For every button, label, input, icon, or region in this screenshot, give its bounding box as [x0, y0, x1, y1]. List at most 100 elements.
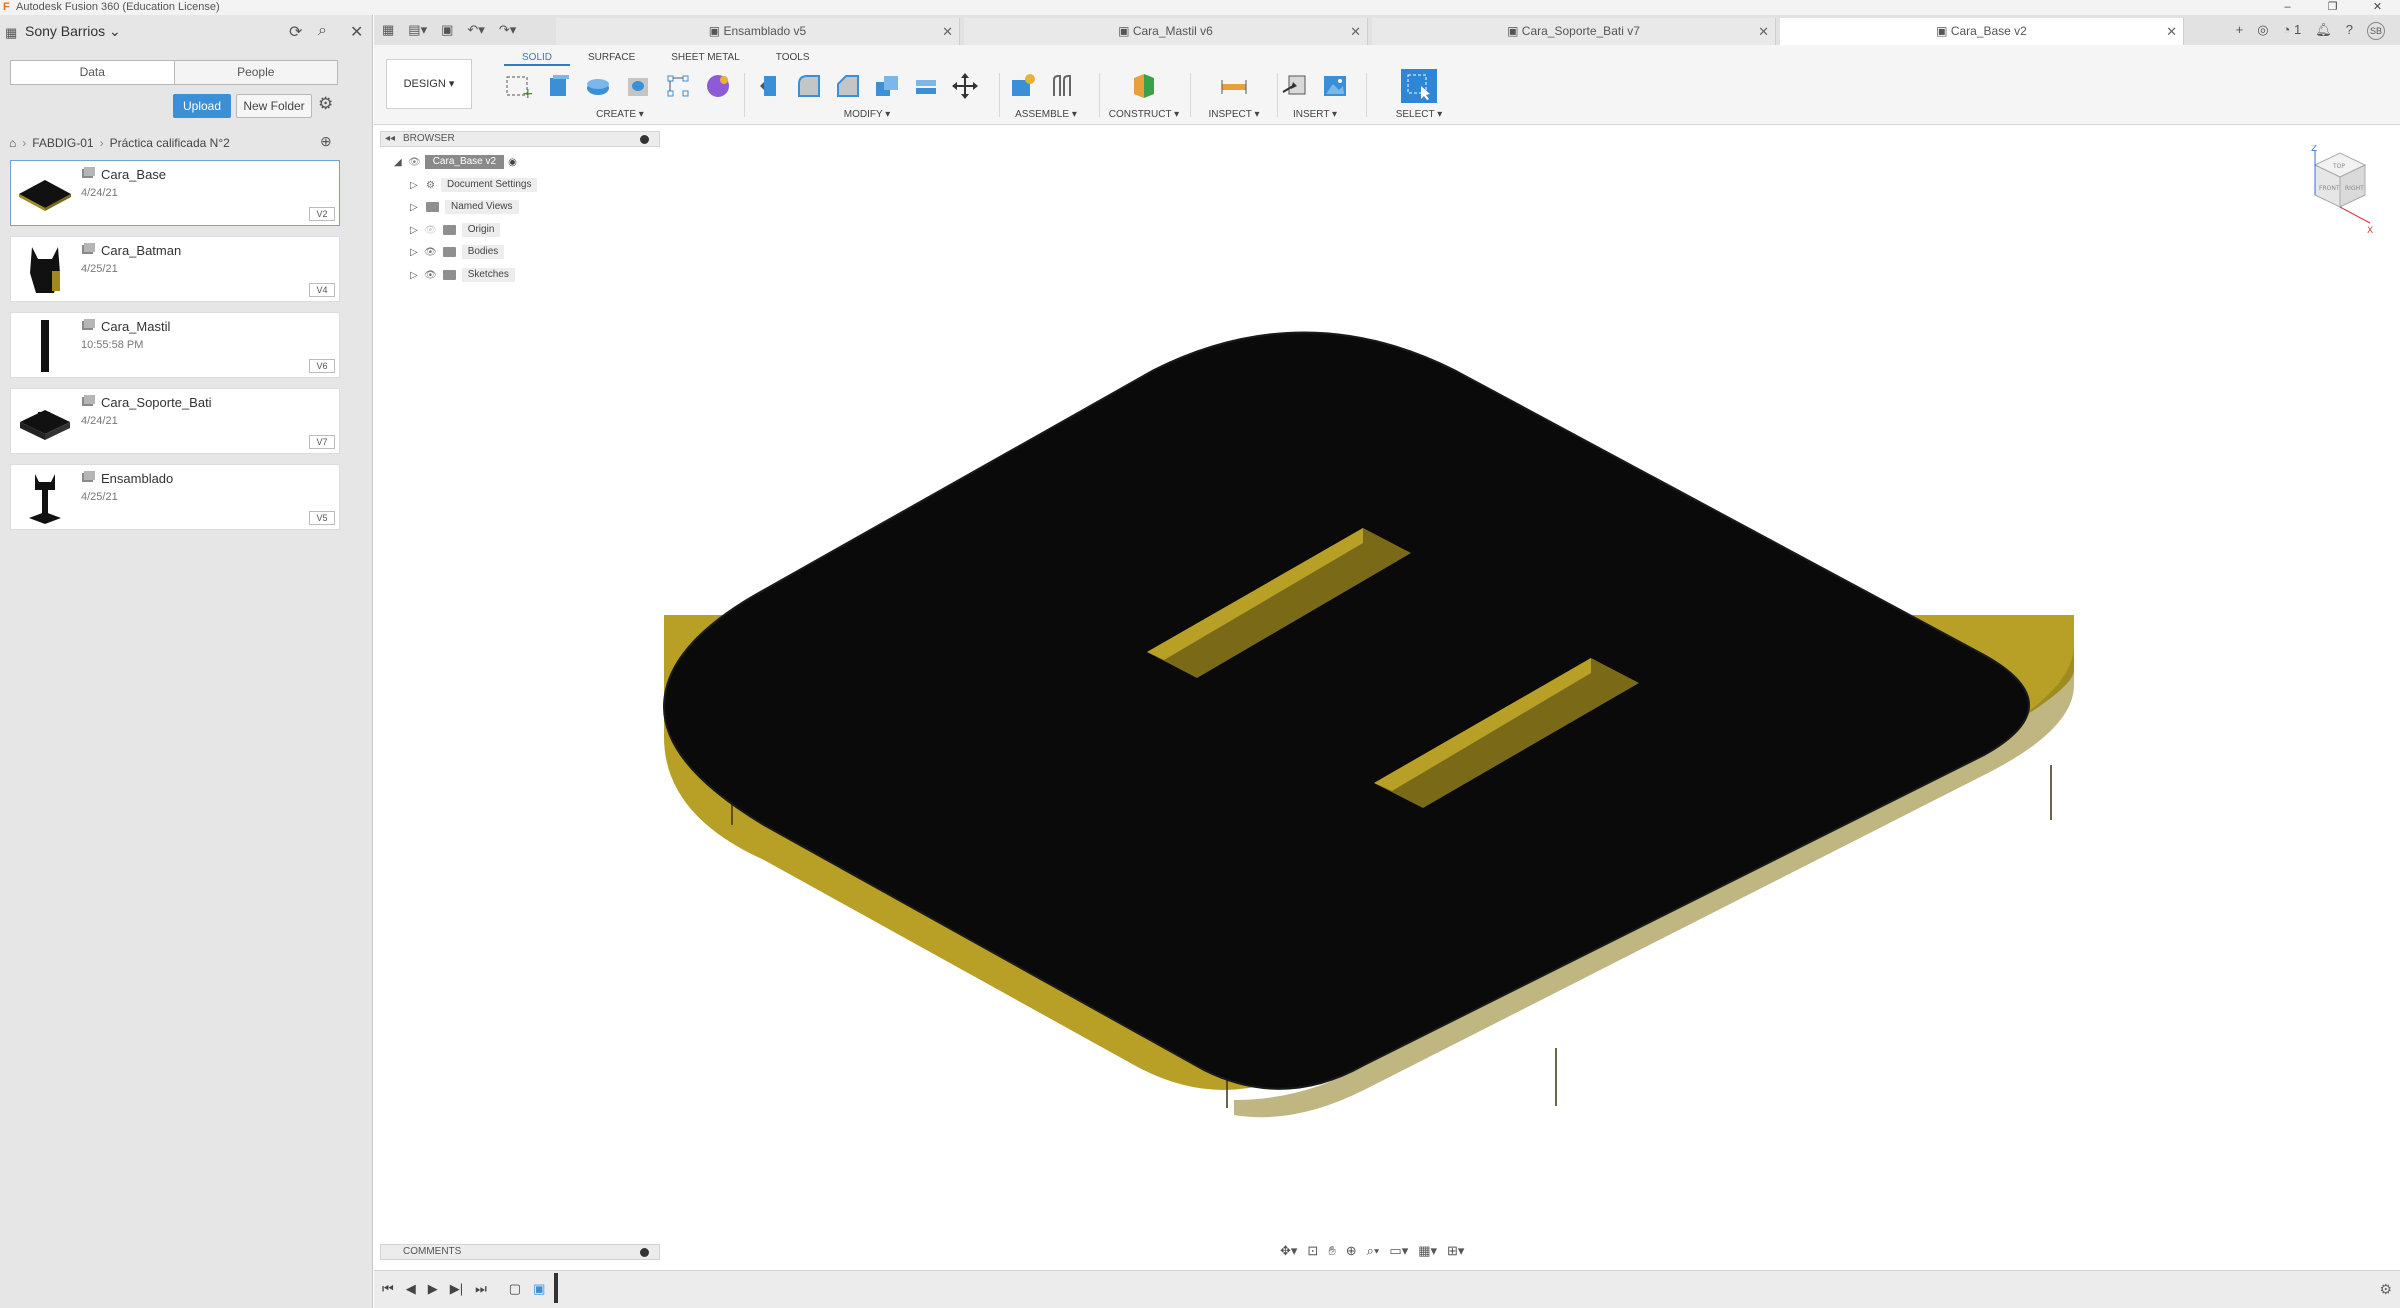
create-form-icon[interactable]	[702, 71, 734, 101]
pin-icon[interactable]	[640, 135, 649, 144]
zoom-icon[interactable]: ⊕	[1346, 1243, 1357, 1259]
file-card[interactable]: Cara_Mastil 10:55:58 PM V6	[10, 312, 340, 378]
breadcrumb-folder[interactable]: Práctica calificada N°2	[110, 136, 230, 150]
new-folder-button[interactable]: New Folder	[236, 94, 312, 118]
tab-people[interactable]: People	[175, 61, 338, 84]
modify-menu[interactable]: MODIFY ▾	[754, 109, 980, 120]
offset-face-icon[interactable]	[910, 71, 941, 101]
revolve-icon[interactable]	[582, 71, 614, 101]
close-icon[interactable]: ✕	[350, 22, 363, 42]
job-status-icon[interactable]: ◔ 1	[2283, 22, 2302, 40]
fillet-icon[interactable]	[793, 71, 824, 101]
refresh-icon[interactable]: ⟳	[289, 22, 302, 42]
home-icon[interactable]: ⌂	[9, 136, 16, 150]
version-dropdown[interactable]: V5	[309, 511, 335, 525]
activate-icon[interactable]: ◉	[508, 157, 517, 168]
tree-item-bodies[interactable]: ▷ 👁︎ Bodies	[410, 244, 505, 260]
doc-tab-active[interactable]: ▣ Cara_Base v2 ✕	[1780, 18, 2184, 45]
tab-tools[interactable]: TOOLS	[758, 50, 828, 66]
redo-icon[interactable]: ↷▾	[499, 22, 516, 38]
eye-hidden-icon[interactable]: 👁︎	[424, 225, 437, 236]
go-to-start-icon[interactable]: ⏮	[382, 1281, 394, 1297]
undo-icon[interactable]: ↶▾	[467, 22, 484, 38]
timeline-extrude-icon[interactable]: ▣	[533, 1281, 545, 1297]
step-back-icon[interactable]: ◀	[406, 1281, 416, 1297]
grid-settings-icon[interactable]: ▦▾	[1418, 1243, 1437, 1259]
file-card[interactable]: Cara_Soporte_Bati 4/24/21 V7	[10, 388, 340, 454]
doc-tab[interactable]: ▣ Cara_Mastil v6 ✕	[964, 18, 1368, 45]
joint-icon[interactable]	[1046, 71, 1078, 101]
create-sketch-icon[interactable]: +	[502, 71, 534, 101]
user-menu[interactable]: Sony Barrios ⌄	[25, 23, 121, 40]
expand-arrow-icon[interactable]: ▷	[410, 225, 420, 236]
file-card[interactable]: Cara_Batman 4/25/21 V4	[10, 236, 340, 302]
breadcrumb-project[interactable]: FABDIG-01	[32, 136, 93, 150]
version-dropdown[interactable]: V2	[309, 207, 335, 221]
insert-derive-icon[interactable]	[1279, 71, 1311, 101]
version-dropdown[interactable]: V6	[309, 359, 335, 373]
grid-icon[interactable]: ▦	[382, 22, 394, 38]
browser-header[interactable]: ◂◂ BROWSER	[380, 131, 660, 147]
gear-icon[interactable]: ⚙	[318, 94, 333, 114]
assemble-menu[interactable]: ASSEMBLE ▾	[1006, 109, 1086, 120]
gear-icon[interactable]: ⚙	[2379, 1281, 2392, 1298]
orbit-icon[interactable]: ✥▾	[1280, 1243, 1297, 1259]
save-icon[interactable]: ▣	[441, 22, 453, 38]
tab-data[interactable]: Data	[11, 61, 175, 84]
look-at-icon[interactable]: ⊡	[1307, 1243, 1318, 1259]
expand-arrow-icon[interactable]: ▷	[410, 202, 420, 213]
zoom-window-icon[interactable]: ⌕▾	[1367, 1243, 1380, 1259]
tab-surface[interactable]: SURFACE	[570, 50, 653, 66]
help-icon[interactable]: ?	[2346, 22, 2353, 40]
apps-grid-icon[interactable]: ▦	[5, 25, 17, 41]
insert-canvas-icon[interactable]	[1319, 71, 1351, 101]
tree-root[interactable]: ◢ 👁︎ Cara_Base v2 ◉	[394, 154, 517, 170]
pin-icon[interactable]	[640, 1248, 649, 1257]
viewcube-top-label[interactable]: TOP	[2332, 163, 2345, 170]
version-dropdown[interactable]: V4	[309, 283, 335, 297]
press-pull-icon[interactable]	[754, 71, 785, 101]
inspect-menu[interactable]: INSPECT ▾	[1194, 109, 1274, 120]
extensions-icon[interactable]: ◎	[2257, 22, 2268, 40]
select-icon[interactable]	[1401, 69, 1437, 103]
expand-arrow-icon[interactable]: ◢	[394, 157, 404, 168]
expand-arrow-icon[interactable]: ▷	[410, 180, 420, 191]
version-dropdown[interactable]: V7	[309, 435, 335, 449]
expand-arrow-icon[interactable]: ▷	[410, 247, 420, 258]
collapse-icon[interactable]: ◂◂	[385, 132, 395, 146]
tree-item-named-views[interactable]: ▷ Named Views	[410, 199, 519, 215]
avatar[interactable]: SB	[2367, 22, 2385, 40]
search-icon[interactable]: ⌕	[318, 22, 327, 40]
create-menu[interactable]: CREATE ▾	[502, 109, 738, 120]
insert-menu[interactable]: INSERT ▾	[1270, 109, 1360, 120]
close-icon[interactable]: ✕	[942, 18, 953, 45]
hole-icon[interactable]	[622, 71, 654, 101]
timeline-marker[interactable]	[554, 1273, 558, 1303]
file-menu-icon[interactable]: ▤▾	[408, 22, 427, 38]
tree-item-origin[interactable]: ▷ 👁︎ Origin	[410, 222, 501, 238]
timeline-sketch-icon[interactable]: ▢	[509, 1281, 521, 1297]
construct-menu[interactable]: CONSTRUCT ▾	[1104, 109, 1184, 120]
new-component-icon[interactable]	[1006, 71, 1038, 101]
measure-icon[interactable]	[1218, 71, 1250, 101]
close-icon[interactable]: ✕	[1758, 18, 1769, 45]
display-settings-icon[interactable]: ▭▾	[1389, 1243, 1408, 1259]
move-icon[interactable]	[949, 71, 980, 101]
close-icon[interactable]: ✕	[2166, 18, 2177, 45]
chamfer-icon[interactable]	[832, 71, 863, 101]
workspace-switcher[interactable]: DESIGN ▾	[386, 59, 472, 109]
step-forward-icon[interactable]: ▶|	[450, 1281, 463, 1297]
eye-icon[interactable]: 👁︎	[424, 270, 437, 281]
tree-item-sketches[interactable]: ▷ 👁︎ Sketches	[410, 267, 515, 283]
3d-viewport[interactable]	[374, 125, 2400, 1245]
view-cube[interactable]: TOP FRONT RIGHT Z X	[2305, 144, 2375, 240]
doc-tab[interactable]: ▣ Cara_Soporte_Bati v7 ✕	[1372, 18, 1776, 45]
upload-button[interactable]: Upload	[173, 94, 231, 118]
go-to-end-icon[interactable]: ⏭	[475, 1281, 487, 1297]
close-icon[interactable]: ✕	[1350, 18, 1361, 45]
tab-solid[interactable]: SOLID	[504, 50, 571, 66]
eye-icon[interactable]: 👁︎	[424, 247, 437, 258]
expand-arrow-icon[interactable]: ▷	[410, 270, 420, 281]
pattern-icon[interactable]	[662, 71, 694, 101]
select-menu[interactable]: SELECT ▾	[1374, 109, 1464, 120]
